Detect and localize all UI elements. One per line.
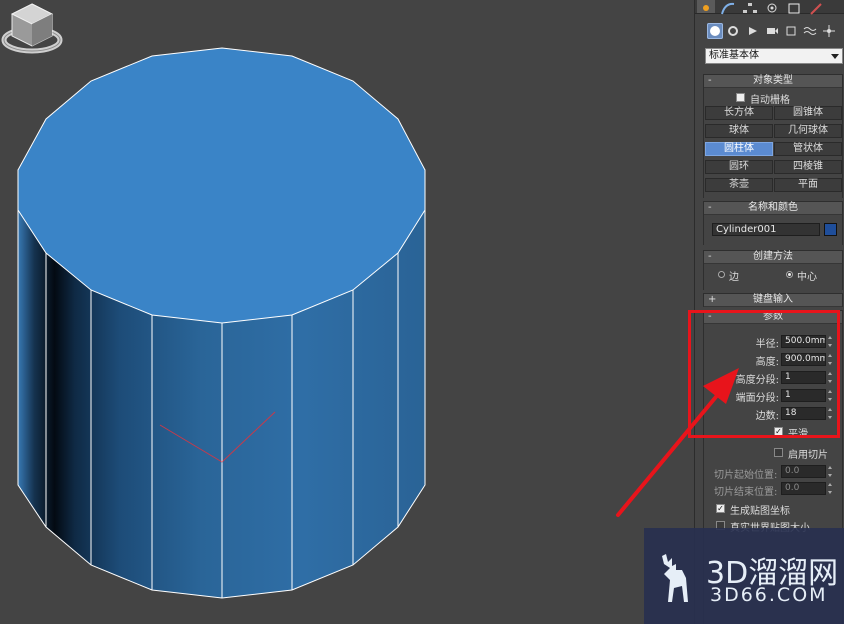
- autogrid-label: 自动栅格: [750, 95, 790, 106]
- modify-tab[interactable]: [719, 0, 737, 15]
- perspective-viewport[interactable]: [0, 0, 694, 624]
- category-dropdown-value: 标准基本体: [709, 50, 759, 61]
- autogrid-checkbox[interactable]: [736, 93, 745, 102]
- enable-slice-checkbox[interactable]: [774, 448, 783, 457]
- create-tab[interactable]: [697, 0, 715, 13]
- tube-button[interactable]: 管状体: [774, 142, 842, 156]
- object-color-swatch[interactable]: [824, 223, 837, 236]
- expand-icon: +: [708, 294, 717, 305]
- enable-slice-label: 启用切片: [788, 450, 828, 461]
- center-radio[interactable]: [786, 271, 793, 278]
- slice-from-label: 切片起始位置:: [714, 470, 778, 481]
- helpers-icon: [786, 26, 796, 36]
- sun-icon: [703, 5, 709, 11]
- shapes-icon: [728, 26, 738, 36]
- hierarchy-tab[interactable]: [741, 0, 759, 13]
- lights-category[interactable]: [745, 23, 761, 39]
- helpers-category[interactable]: [783, 23, 799, 39]
- keyboard-entry-title: 键盘输入: [753, 294, 793, 305]
- watermark-subtitle: 3D66.COM: [710, 584, 828, 606]
- edge-label: 边: [729, 272, 739, 283]
- teapot-button[interactable]: 茶壶: [705, 178, 773, 192]
- keyboard-entry-header[interactable]: + 键盘输入: [704, 294, 842, 307]
- geosphere-button[interactable]: 几何球体: [774, 124, 842, 138]
- display-icon: [788, 3, 800, 14]
- viewcube-icon[interactable]: [0, 0, 64, 56]
- plane-button[interactable]: 平面: [774, 178, 842, 192]
- geometry-category[interactable]: [707, 23, 723, 39]
- systems-icon: [823, 25, 835, 37]
- cameras-icon: [767, 28, 778, 34]
- torus-button[interactable]: 圆环: [705, 160, 773, 174]
- cylinder-button[interactable]: 圆柱体: [705, 142, 773, 156]
- cone-button[interactable]: 圆锥体: [774, 106, 842, 120]
- keyboard-entry-rollout: + 键盘输入: [703, 293, 843, 307]
- slice-to-label: 切片结束位置:: [714, 487, 778, 498]
- center-label: 中心: [797, 272, 817, 283]
- spacewarps-category[interactable]: [802, 23, 818, 39]
- slice-to-input[interactable]: 0.0: [781, 482, 826, 495]
- name-color-title: 名称和颜色: [748, 202, 798, 213]
- object-name-input[interactable]: Cylinder001: [712, 223, 820, 236]
- slice-to-spinner[interactable]: [827, 482, 834, 495]
- motion-icon: [767, 3, 777, 13]
- collapse-icon: -: [708, 202, 712, 213]
- cameras-category[interactable]: [764, 23, 780, 39]
- utilities-tab[interactable]: [807, 0, 825, 15]
- category-dropdown[interactable]: 标准基本体: [705, 48, 843, 64]
- command-panel-tabs: [695, 0, 844, 15]
- chevron-down-icon: [831, 54, 839, 59]
- slice-from-spinner[interactable]: [827, 465, 834, 478]
- parameters-highlight-box: [688, 310, 840, 438]
- slice-from-input[interactable]: 0.0: [781, 465, 826, 478]
- collapse-icon: -: [708, 251, 712, 262]
- collapse-icon: -: [708, 75, 712, 86]
- name-color-rollout: - 名称和颜色 Cylinder001: [703, 201, 843, 245]
- creation-method-header[interactable]: - 创建方法: [704, 251, 842, 264]
- display-tab[interactable]: [785, 0, 803, 14]
- watermark: 3D溜溜网 3D66.COM: [644, 528, 844, 624]
- sphere-button[interactable]: 球体: [705, 124, 773, 138]
- deer-logo-icon: [662, 554, 688, 602]
- lights-icon: [749, 27, 757, 35]
- hierarchy-icon: [743, 3, 757, 13]
- gen-map-coords-label: 生成贴图坐标: [730, 506, 790, 517]
- creation-method-title: 创建方法: [753, 251, 793, 262]
- spacewarps-icon: [803, 27, 817, 35]
- cylinder-mesh: [17, 47, 426, 599]
- creation-method-rollout: - 创建方法 边 中心: [703, 250, 843, 290]
- object-type-header[interactable]: - 对象类型: [704, 75, 842, 88]
- edge-radio[interactable]: [718, 271, 725, 278]
- box-button[interactable]: 长方体: [705, 106, 773, 120]
- pyramid-button[interactable]: 四棱锥: [774, 160, 842, 174]
- shapes-category[interactable]: [726, 23, 742, 39]
- curve-icon: [721, 2, 735, 15]
- object-category-row: [695, 20, 844, 44]
- gen-map-coords-checkbox[interactable]: ✓: [716, 504, 725, 513]
- systems-category[interactable]: [821, 23, 837, 39]
- name-color-header[interactable]: - 名称和颜色: [704, 202, 842, 215]
- motion-tab[interactable]: [763, 0, 781, 13]
- cylinder-viewport-render: [17, 47, 426, 599]
- object-type-title: 对象类型: [753, 75, 793, 86]
- object-type-rollout: - 对象类型 自动栅格 长方体 圆锥体 球体 几何球体 圆柱体 管状体 圆环 四…: [703, 74, 843, 198]
- utilities-icon: [810, 3, 822, 15]
- sphere-icon: [710, 26, 720, 36]
